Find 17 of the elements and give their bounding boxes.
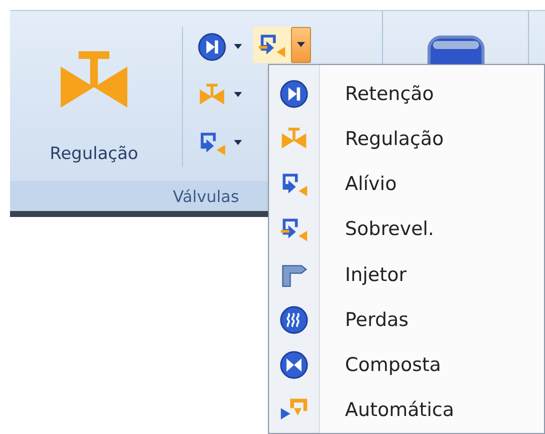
caret-icon bbox=[296, 42, 306, 48]
bowtie-circle-icon bbox=[279, 350, 309, 380]
menu-item[interactable]: Perdas bbox=[269, 297, 544, 342]
caret-icon bbox=[233, 140, 243, 146]
menu-item[interactable]: Injetor bbox=[269, 252, 544, 298]
circle-valve-icon bbox=[197, 32, 227, 62]
menu-item[interactable]: Retenção bbox=[269, 71, 544, 116]
regulation-button[interactable]: Regulação bbox=[28, 27, 160, 172]
menu-item[interactable]: Regulação bbox=[269, 116, 544, 162]
wave-circle-icon bbox=[279, 304, 309, 335]
dropdown-arrow-button[interactable] bbox=[291, 27, 311, 63]
circle-valve-icon bbox=[279, 78, 309, 109]
menu-item[interactable]: Automática bbox=[269, 388, 544, 433]
menu-item[interactable]: Composta bbox=[269, 342, 544, 388]
caret-icon bbox=[233, 44, 243, 50]
caret-icon bbox=[233, 92, 243, 98]
valve-split-button[interactable] bbox=[253, 27, 291, 63]
